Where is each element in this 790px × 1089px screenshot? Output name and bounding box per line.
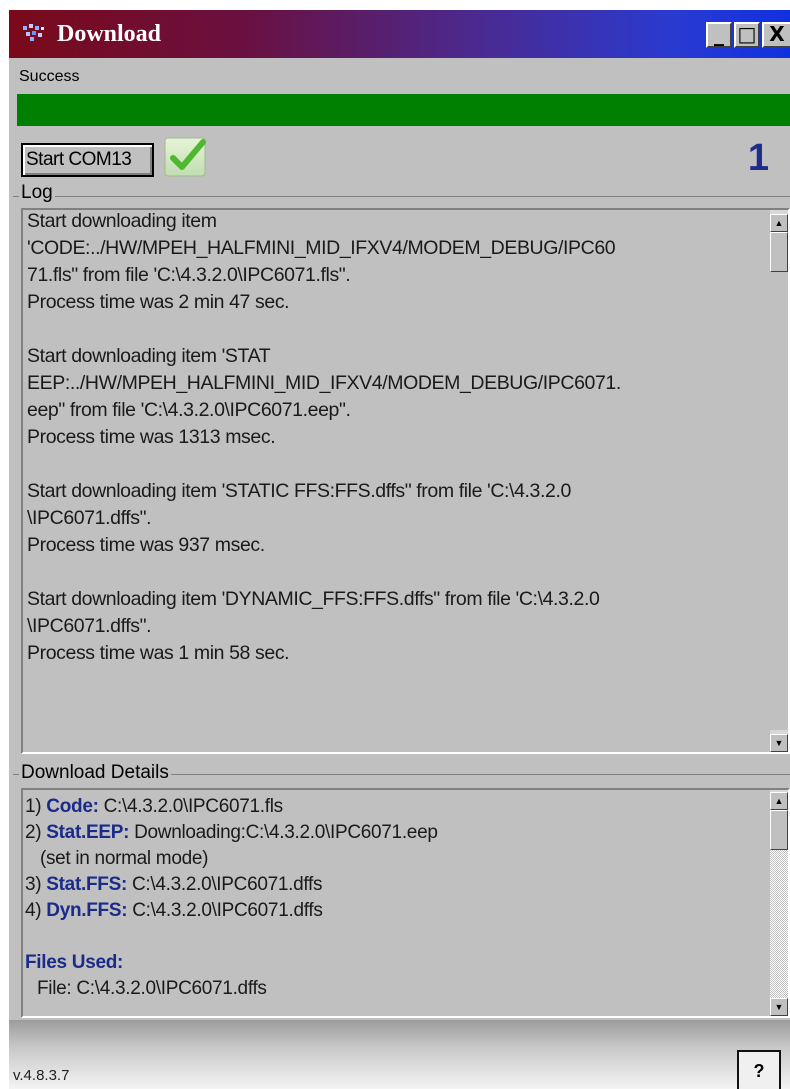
- log-group-title: Log: [19, 182, 55, 204]
- log-line: \IPC6071.dffs".: [27, 615, 152, 637]
- files-used-heading: Files Used:: [25, 952, 124, 973]
- details-group-title: Download Details: [19, 762, 171, 784]
- log-line: Process time was 1 min 58 sec.: [27, 642, 290, 664]
- title-bar[interactable]: Download _ □ X: [9, 10, 790, 58]
- log-content: Start downloading item 'CODE:../HW/MPEH_H…: [27, 210, 772, 667]
- details-scroll-track[interactable]: [770, 850, 788, 998]
- log-line: Start downloading item 'STATIC FFS:FFS.d…: [27, 480, 571, 502]
- detail-index: 3): [25, 874, 47, 895]
- log-line: Start downloading item 'STAT: [27, 345, 271, 367]
- log-scroll-track[interactable]: [770, 272, 788, 730]
- window-title: Download: [57, 21, 162, 47]
- detail-key: Stat.EEP:: [46, 822, 130, 843]
- detail-value: Downloading:C:\4.3.2.0\IPC6071.eep: [129, 822, 438, 843]
- log-line: Process time was 937 msec.: [27, 534, 265, 556]
- detail-index: [25, 848, 40, 869]
- detail-item: (set in normal mode): [25, 846, 765, 872]
- progress-bar: [17, 94, 790, 126]
- scroll-down-icon[interactable]: ▼: [770, 998, 788, 1016]
- download-window: Download _ □ X Success Start COM13 1 Log…: [9, 10, 790, 1089]
- detail-value: (set in normal mode): [39, 848, 209, 869]
- detail-key: Dyn.FFS:: [46, 900, 128, 921]
- minimize-button[interactable]: _: [706, 22, 732, 48]
- green-check-icon: [164, 137, 206, 177]
- log-group-frame: [13, 196, 790, 197]
- log-line: Process time was 2 min 47 sec.: [27, 291, 290, 313]
- detail-value: C:\4.3.2.0\IPC6071.dffs: [126, 874, 323, 895]
- close-button[interactable]: X: [762, 22, 790, 48]
- log-textarea[interactable]: Start downloading item 'CODE:../HW/MPEH_H…: [21, 208, 790, 754]
- details-textarea[interactable]: 1) Code: C:\4.3.2.0\IPC6071.fls 2) Stat.E…: [21, 788, 790, 1018]
- help-button[interactable]: ?: [737, 1050, 781, 1089]
- log-scroll-thumb[interactable]: [770, 232, 788, 272]
- scroll-up-icon[interactable]: ▲: [770, 214, 788, 232]
- version-label: v.4.8.3.7: [13, 1067, 70, 1084]
- log-line: 'CODE:../HW/MPEH_HALFMINI_MID_IFXV4/MODE…: [27, 237, 616, 259]
- detail-key: Code:: [46, 796, 99, 817]
- detail-key: Stat.FFS:: [46, 874, 127, 895]
- detail-value: C:\4.3.2.0\IPC6071.fls: [98, 796, 284, 817]
- details-scrollbar[interactable]: ▲ ▼: [770, 790, 788, 1016]
- detail-item: 4) Dyn.FFS: C:\4.3.2.0\IPC6071.dffs: [25, 898, 765, 924]
- file-used-item: File: C:\4.3.2.0\IPC6071.dffs: [37, 978, 267, 999]
- log-line: \IPC6071.dffs".: [27, 507, 152, 529]
- detail-value: C:\4.3.2.0\IPC6071.dffs: [127, 900, 323, 921]
- detail-index: 2): [25, 822, 47, 843]
- log-line: Process time was 1313 msec.: [27, 426, 276, 448]
- log-line: EEP:../HW/MPEH_HALFMINI_MID_IFXV4/MODEM_…: [27, 372, 621, 394]
- start-com-button[interactable]: Start COM13: [21, 143, 154, 177]
- footer-bar: [9, 1020, 790, 1089]
- detail-item: 3) Stat.FFS: C:\4.3.2.0\IPC6071.dffs: [25, 872, 765, 898]
- download-counter: 1: [747, 137, 769, 179]
- detail-item: 2) Stat.EEP: Downloading:C:\4.3.2.0\IPC6…: [25, 820, 765, 846]
- log-line: Start downloading item 'DYNAMIC_FFS:FFS.…: [27, 588, 600, 610]
- detail-index: 4): [25, 900, 47, 921]
- status-label: Success: [19, 68, 80, 85]
- log-line: 71.fls" from file 'C:\4.3.2.0\IPC6071.fl…: [27, 264, 351, 286]
- details-scroll-thumb[interactable]: [770, 810, 788, 850]
- scroll-down-icon[interactable]: ▼: [770, 734, 788, 752]
- maximize-button[interactable]: □: [734, 22, 760, 48]
- detail-index: 1): [25, 796, 47, 817]
- app-icon: [23, 24, 44, 41]
- detail-item: 1) Code: C:\4.3.2.0\IPC6071.fls: [25, 794, 765, 820]
- log-line: Start downloading item: [27, 210, 217, 232]
- log-scrollbar[interactable]: ▲ ▼: [770, 210, 788, 752]
- details-content: 1) Code: C:\4.3.2.0\IPC6071.fls 2) Stat.E…: [25, 794, 765, 1002]
- scroll-up-icon[interactable]: ▲: [770, 792, 788, 810]
- log-line: eep" from file 'C:\4.3.2.0\IPC6071.eep".: [27, 399, 351, 421]
